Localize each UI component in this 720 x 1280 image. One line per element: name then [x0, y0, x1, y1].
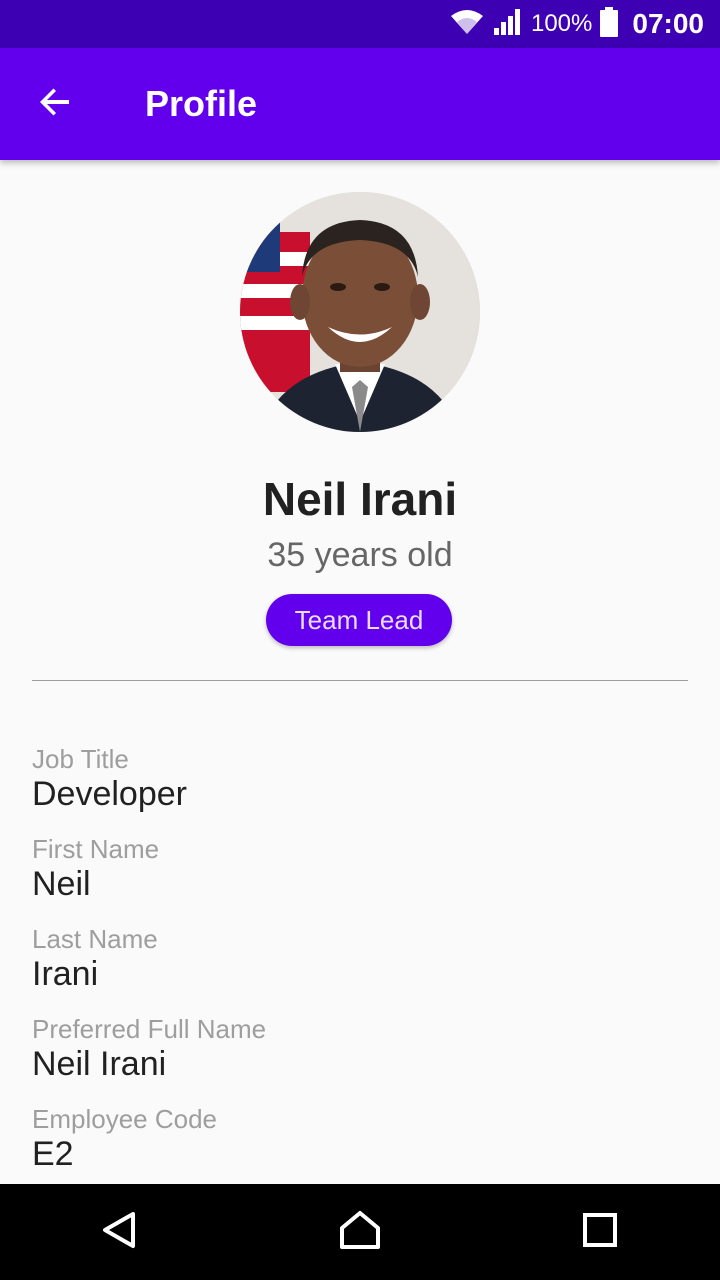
- divider: [32, 680, 688, 681]
- field-label: Preferred Full Name: [32, 1014, 267, 1044]
- battery-percent: 100%: [530, 10, 593, 37]
- battery-icon: [600, 6, 619, 42]
- profile-content: Neil Irani 35 years old Team Lead Job Ti…: [0, 160, 720, 1184]
- nav-home-button[interactable]: [300, 1184, 420, 1280]
- status-bar: 100% 07:00: [0, 0, 720, 48]
- home-icon: [339, 1210, 381, 1255]
- status-time: 07:00: [632, 8, 704, 39]
- avatar-photo: [240, 192, 480, 432]
- field-first-name: First Name Neil: [32, 834, 159, 904]
- field-last-name: Last Name Irani: [32, 924, 158, 994]
- field-value: Irani: [32, 955, 99, 993]
- field-value: E2: [32, 1135, 74, 1173]
- signal-icon: [493, 8, 523, 41]
- field-label: Employee Code: [32, 1104, 217, 1134]
- status-icons: 100% 07:00: [449, 6, 704, 42]
- profile-name: Neil Irani: [262, 473, 458, 525]
- field-employee-code: Employee Code E2: [32, 1104, 217, 1174]
- field-value: Neil: [32, 865, 91, 903]
- field-value: Neil Irani: [32, 1045, 167, 1083]
- system-nav-bar: [0, 1184, 720, 1280]
- field-value: Developer: [32, 775, 187, 813]
- field-label: First Name: [32, 834, 160, 864]
- back-button[interactable]: [0, 48, 110, 160]
- avatar: [240, 192, 480, 432]
- back-triangle-icon: [100, 1210, 140, 1255]
- nav-back-button[interactable]: [60, 1184, 180, 1280]
- field-job-title: Job Title Developer: [32, 744, 187, 814]
- app-bar: Profile: [0, 48, 720, 160]
- arrow-back-icon: [37, 84, 73, 125]
- profile-age: 35 years old: [267, 536, 453, 574]
- recents-square-icon: [582, 1212, 618, 1253]
- field-label: Last Name: [32, 924, 158, 954]
- field-preferred-full-name: Preferred Full Name Neil Irani: [32, 1014, 266, 1084]
- wifi-icon: [449, 8, 485, 41]
- nav-recents-button[interactable]: [540, 1184, 660, 1280]
- role-badge: Team Lead: [266, 594, 452, 646]
- page-title: Profile: [145, 83, 258, 124]
- field-label: Job Title: [32, 744, 129, 774]
